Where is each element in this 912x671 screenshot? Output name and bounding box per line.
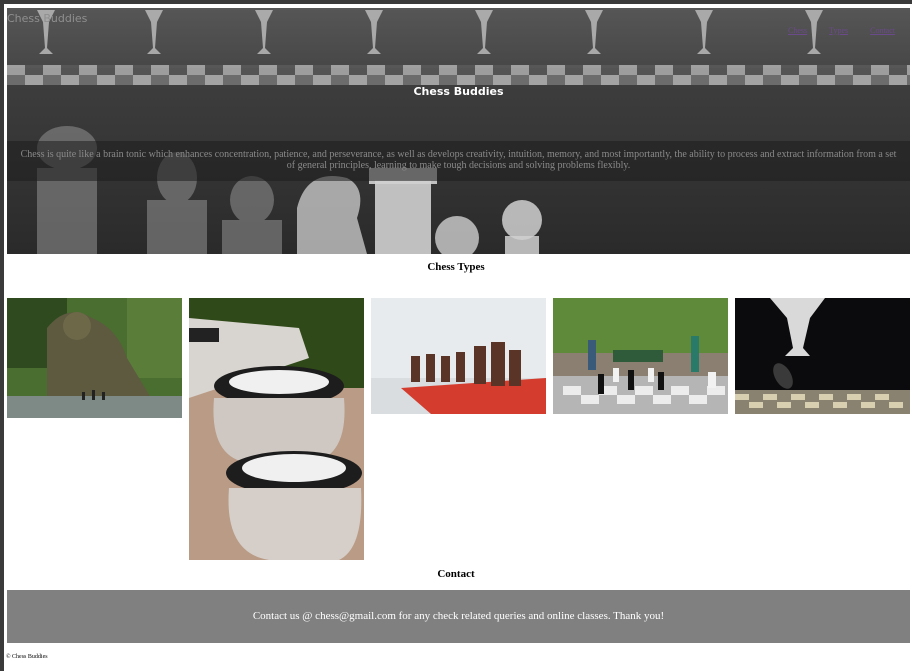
statue-chess-image	[7, 298, 182, 418]
park-giant-chess-image	[553, 298, 728, 414]
contact-box: Contact us @ chess@gmail.com for any che…	[7, 590, 910, 643]
hero-banner: Chess Buddies Chess Types Contact Chess …	[7, 8, 910, 254]
contact-heading: Contact	[437, 568, 475, 580]
brand-logo[interactable]: Chess Buddies	[7, 12, 87, 25]
hero-pieces-decoration	[37, 126, 542, 254]
nav-link-contact[interactable]: Contact	[870, 26, 895, 35]
dark-chess-pieces-image	[735, 298, 910, 414]
footer-copyright: © Chess Buddies	[6, 654, 48, 660]
hero-description: Chess is quite like a brain tonic which …	[20, 149, 897, 171]
stone-table-chess-image	[189, 298, 364, 560]
hero-title: Chess Buddies	[413, 85, 504, 98]
chess-types-heading: Chess Types	[427, 261, 485, 273]
top-nav: Chess Types Contact	[788, 26, 895, 35]
nav-link-chess[interactable]: Chess	[788, 26, 807, 35]
hero-checkerboard	[7, 75, 910, 85]
frame-border	[0, 0, 912, 4]
page: Chess Buddies Chess Types Contact Chess …	[0, 0, 912, 671]
red-board-chess-image	[371, 298, 546, 414]
contact-text: Contact us @ chess@gmail.com for any che…	[252, 610, 665, 622]
nav-link-types[interactable]: Types	[829, 26, 848, 35]
